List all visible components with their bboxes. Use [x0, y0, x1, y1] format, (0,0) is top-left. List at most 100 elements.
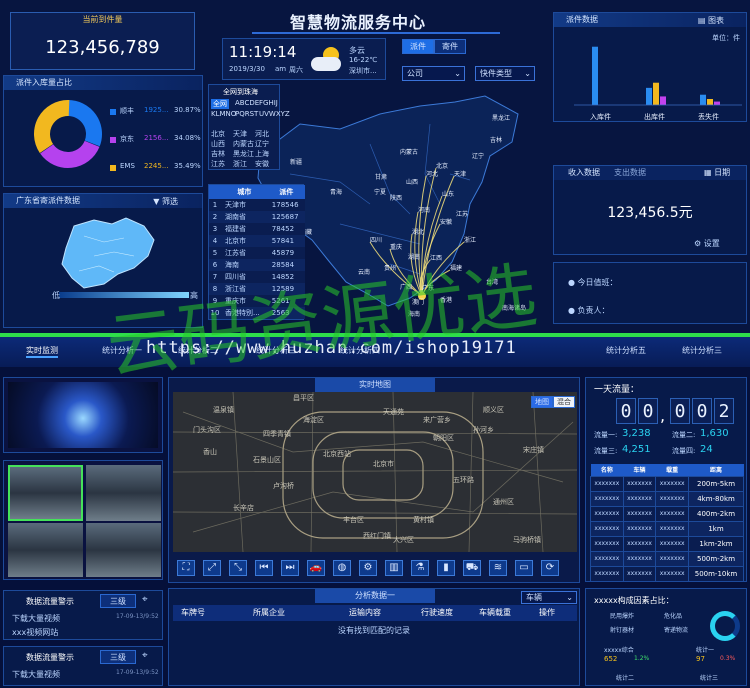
- signal-icon[interactable]: ≋: [489, 560, 507, 576]
- video-thumb[interactable]: [86, 523, 161, 577]
- globe-icon[interactable]: ◍: [333, 560, 351, 576]
- map-mode-hybrid[interactable]: 混合: [553, 396, 575, 408]
- weather-temp: 16-22℃: [349, 56, 378, 64]
- letter-filter-item[interactable]: KLMNO: [211, 110, 236, 118]
- map-place-label: 孙河乡: [473, 425, 494, 434]
- total-count-panel: 当前到件量 123,456,789: [10, 12, 195, 70]
- table-cell: xxxxxxx: [655, 475, 690, 492]
- next-icon[interactable]: ⏭: [281, 560, 299, 576]
- digit-separator: ,: [660, 406, 666, 425]
- flask-icon[interactable]: ⚗: [411, 560, 429, 576]
- bar: [653, 82, 659, 105]
- flow-stat-label: 流量三:: [594, 447, 618, 455]
- filter-button[interactable]: ▼ 筛选: [153, 196, 178, 207]
- table-row[interactable]: 4 北京市 57841: [209, 235, 305, 247]
- table-row[interactable]: xxxxxxx xxxxxxx xxxxxxx 1km-2km: [590, 535, 744, 552]
- table-row[interactable]: 3 福建省 78452: [209, 223, 305, 235]
- fullscreen-icon[interactable]: ⛶: [177, 560, 195, 576]
- clock-weekday: 周六: [289, 66, 303, 74]
- truck-icon[interactable]: ⛟: [463, 560, 481, 576]
- table-cell: xxxxxxx: [622, 505, 657, 522]
- region-filter-item[interactable]: 天津: [233, 129, 247, 139]
- expand-icon[interactable]: ⤢: [203, 560, 221, 576]
- region-filter-item[interactable]: 吉林: [211, 149, 225, 159]
- alert-line1: 下载大量视频: [12, 670, 60, 679]
- tab-income[interactable]: 收入数据: [568, 166, 600, 180]
- window-icon[interactable]: ▭: [515, 560, 533, 576]
- table-header-cell: 运输内容: [349, 608, 381, 617]
- user-icon: ●: [568, 306, 578, 315]
- chart-icon[interactable]: ▮: [437, 560, 455, 576]
- nav-tab[interactable]: 实时监测: [26, 345, 58, 358]
- table-row[interactable]: xxxxxxx xxxxxxx xxxxxxx 4km-80km: [590, 490, 744, 507]
- letter-filter-item[interactable]: UVWXYZ: [259, 110, 290, 118]
- tab-dispatch[interactable]: 派件: [402, 39, 434, 54]
- map-canvas[interactable]: 北京西站 北京市 通州区 丰台区 门头沟区 海淀区 朝阳区 大兴区 石景山区 昌平区 顺义区 长辛店 四…: [173, 392, 577, 552]
- alert-card-2: 数据流量警示 三级 ⌖ 下载大量视频 17-09-13/9:52: [3, 646, 163, 686]
- letter-filter-item[interactable]: FGHIJ: [259, 99, 278, 107]
- chart-button[interactable]: ▤ 图表: [698, 15, 724, 26]
- table-row[interactable]: 2 湖南省 125687: [209, 211, 305, 223]
- company-select[interactable]: 公司 ⌄: [402, 66, 465, 81]
- table-row[interactable]: xxxxxxx xxxxxxx xxxxxxx 200m-5km: [590, 475, 744, 492]
- region-filter-item[interactable]: 北京: [211, 129, 225, 139]
- region-filter-item[interactable]: 内蒙古: [233, 139, 254, 149]
- alert-level[interactable]: 三级: [100, 650, 136, 664]
- table-header-cell: 车牌号: [181, 608, 205, 617]
- region-filter-item[interactable]: 安徽: [255, 159, 269, 169]
- map-mode-map[interactable]: 地图: [531, 396, 553, 408]
- car-icon[interactable]: 🚗: [307, 560, 325, 576]
- alert-level[interactable]: 三级: [100, 594, 136, 608]
- express-type-select[interactable]: 快件类型 ⌄: [475, 66, 535, 81]
- table-row[interactable]: xxxxxxx xxxxxxx xxxxxxx 500m-10km: [590, 565, 744, 582]
- collapse-icon[interactable]: ⤡: [229, 560, 247, 576]
- settings-label: 设置: [703, 239, 720, 248]
- legend-pct: 34.08%: [174, 134, 201, 142]
- tab-send[interactable]: 寄件: [434, 39, 466, 54]
- table-row[interactable]: xxxxxxx xxxxxxx xxxxxxx 500m-2km: [590, 550, 744, 567]
- region-filter-item[interactable]: 河北: [255, 129, 269, 139]
- date-button[interactable]: ▦ 日期: [704, 166, 730, 180]
- building-icon[interactable]: ▥: [385, 560, 403, 576]
- video-thumb[interactable]: [8, 465, 83, 521]
- table-row[interactable]: xxxxxxx xxxxxxx xxxxxxx 1km: [590, 520, 744, 537]
- letter-filter-item[interactable]: ABCDE: [235, 99, 259, 107]
- duty-owner-label: 负责人：: [577, 306, 610, 315]
- region-filter-item[interactable]: 辽宁: [255, 139, 269, 149]
- flow-stat-value: 24: [700, 444, 713, 455]
- settings-button[interactable]: ⚙ 设置: [694, 238, 720, 249]
- vehicle-select[interactable]: 车辆 ⌄: [521, 591, 577, 604]
- user-icon: ●: [568, 278, 578, 287]
- stat3-label: 统计二: [616, 675, 635, 682]
- region-filter-item[interactable]: 上海: [255, 149, 269, 159]
- flow-stat-label: 流量一:: [594, 431, 618, 439]
- nav-tab[interactable]: 统计分析三: [682, 345, 722, 356]
- table-cell: 3: [212, 225, 218, 233]
- vehicle-select-value: 车辆: [526, 593, 542, 602]
- prev-icon[interactable]: ⏮: [255, 560, 273, 576]
- video-main[interactable]: [8, 382, 158, 448]
- video-thumb[interactable]: [86, 465, 161, 521]
- letter-filter-item[interactable]: 全网: [211, 99, 229, 109]
- flow-stats: 流量一: 3,238 流量二: 1,630 流量三: 4,251 流量四: 24: [594, 428, 748, 464]
- table-row[interactable]: 5 江苏省 45879: [209, 247, 305, 259]
- table-row[interactable]: 1 天津市 178546: [209, 199, 305, 211]
- region-filter-item[interactable]: 江苏: [211, 159, 225, 169]
- flow-stat-value: 1,630: [700, 428, 729, 439]
- region-filter-item[interactable]: 山西: [211, 139, 225, 149]
- flow-panel: 一天流量： 00,002 流量一: 3,238 流量二: 1,630 流量三: 4,251…: [585, 377, 747, 582]
- region-filter-item[interactable]: 黑龙江: [233, 149, 254, 159]
- table-cell: 45879: [271, 249, 295, 257]
- donut-segment: [40, 140, 100, 168]
- letter-filter-item[interactable]: PQRST: [235, 110, 258, 118]
- region-filter-item[interactable]: 浙江: [233, 159, 247, 169]
- alert-line1: 下载大量视频: [12, 614, 60, 623]
- nav-tab[interactable]: 统计分析五: [606, 345, 646, 356]
- table-row[interactable]: xxxxxxx xxxxxxx xxxxxxx 400m-2km: [590, 505, 744, 522]
- income-panel: 收入数据 支出数据 ▦ 日期 123,456.5元 ⚙ 设置: [553, 165, 747, 255]
- refresh-icon[interactable]: ⟳: [541, 560, 559, 576]
- tab-expense[interactable]: 支出数据: [614, 166, 646, 180]
- gear-icon[interactable]: ⚙: [359, 560, 377, 576]
- video-thumb[interactable]: [8, 523, 83, 577]
- table-cell: xxxxxxx: [655, 550, 690, 567]
